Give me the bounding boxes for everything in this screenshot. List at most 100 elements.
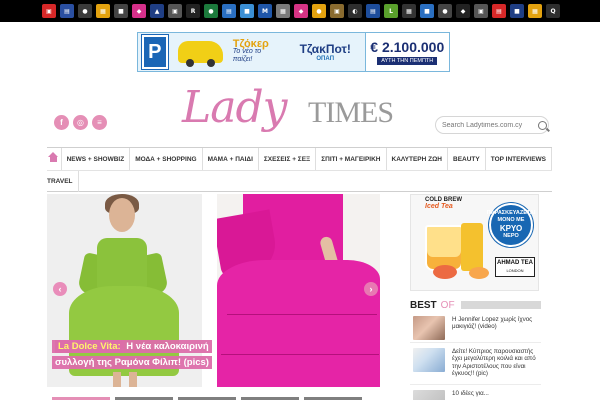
site-icon-25[interactable]: ▣ bbox=[474, 4, 488, 18]
banner-headline-text: ΤζακΠοτ! bbox=[299, 42, 351, 56]
site-icon-15[interactable]: ◆ bbox=[294, 4, 308, 18]
list-item[interactable]: Η Jennifer Lopez χωρίς ίχνος μακιγιάζ! (… bbox=[410, 315, 541, 343]
nav-news-showbiz[interactable]: NEWS + SHOWBIZ bbox=[62, 148, 131, 170]
instagram-icon[interactable]: ◎ bbox=[73, 115, 88, 130]
cold-water-badge: ΠΑΡΑΣΚΕΥΑΖΕΤΑΙ ΜΟΝΟ ΜΕ ΚΡΥΟ ΝΕΡΟ bbox=[486, 203, 536, 247]
site-icon-27[interactable]: ■ bbox=[510, 4, 524, 18]
article-thumbnail bbox=[413, 316, 445, 340]
site-icon-6[interactable]: ◆ bbox=[132, 4, 146, 18]
article-title: 10 ιδέες για... bbox=[452, 390, 489, 397]
ahmad-tea-logo: AHMAD TEA LONDON bbox=[495, 257, 535, 277]
site-icon-26[interactable]: ▤ bbox=[492, 4, 506, 18]
best-of-widget: BEST OF Η Jennifer Lopez χωρίς ίχνος μακ… bbox=[410, 299, 541, 400]
site-icon-17[interactable]: ▣ bbox=[330, 4, 344, 18]
ad-brand: AHMAD TEA bbox=[497, 260, 533, 266]
banner-ad[interactable]: P Τζόκερ Το νέο το παίζει! ΤζακΠοτ! ΟΠΑΠ… bbox=[137, 32, 450, 72]
site-icon-3[interactable]: ● bbox=[78, 4, 92, 18]
nav-beauty[interactable]: BEAUTY bbox=[448, 148, 486, 170]
site-logo[interactable]: Lady TIMES bbox=[182, 82, 412, 140]
site-icon-5[interactable]: ■ bbox=[114, 4, 128, 18]
sidebar-ad[interactable]: COLD BREW Iced Tea ΠΑΡΑΣΚΕΥΑΖΕΤΑΙ ΜΟΝΟ Μ… bbox=[410, 194, 539, 291]
social-links: f ◎ ≡ bbox=[54, 115, 107, 130]
nav-mom-child[interactable]: ΜΑΜΑ + ΠΑΙΔΙ bbox=[203, 148, 259, 170]
network-sites-bar: ▣ ▤ ● ▦ ■ ◆ ▲ ▣ R ● ▤ ■ M ▦ ◆ ● ▣ ◐ ▤ L ▦ ■ ● ◆ ▣ ▤ ■ ▦ Q bbox=[0, 0, 600, 22]
slider-prev-button[interactable]: ‹ bbox=[53, 282, 67, 296]
nav-home-cooking[interactable]: ΣΠΙΤΙ + ΜΑΓΕΙΡΙΚΗ bbox=[316, 148, 387, 170]
prize-amount: € 2.100.000 bbox=[370, 39, 445, 55]
banner-slogan-text: Το νέο το παίζει! bbox=[232, 48, 262, 63]
badge-line1: ΠΑΡΑΣΚΕΥΑΖΕΤΑΙ bbox=[486, 210, 536, 216]
banner-slogan: Τζόκερ Το νέο το παίζει! bbox=[232, 39, 282, 64]
ad-top-text: COLD BREW Iced Tea bbox=[425, 197, 462, 210]
site-icon-24[interactable]: ◆ bbox=[456, 4, 470, 18]
badge-line2: ΜΟΝΟ ΜΕ bbox=[497, 217, 525, 223]
slider-next-button[interactable]: › bbox=[364, 282, 378, 296]
search-box bbox=[435, 116, 549, 134]
site-icon-11[interactable]: ▤ bbox=[222, 4, 236, 18]
list-item[interactable]: 10 ιδέες για... bbox=[410, 389, 541, 400]
list-item[interactable]: Δείτε! Κύπριος παρουσιαστής έχει μεγαλύτ… bbox=[410, 347, 541, 385]
site-icon-7[interactable]: ▲ bbox=[150, 4, 164, 18]
car-icon bbox=[177, 41, 223, 67]
search-icon[interactable] bbox=[538, 120, 547, 130]
apricot-icon bbox=[469, 267, 489, 279]
site-icon-2[interactable]: ▤ bbox=[60, 4, 74, 18]
nav-fashion-shopping[interactable]: ΜΟΔΑ + SHOPPING bbox=[130, 148, 203, 170]
article-title: Δείτε! Κύπριος παρουσιαστής έχει μεγαλύτ… bbox=[452, 348, 536, 378]
site-icon-16[interactable]: ● bbox=[312, 4, 326, 18]
hero-caption-highlight: La Dolce Vita: bbox=[55, 340, 124, 353]
site-icon-18[interactable]: ◐ bbox=[348, 4, 362, 18]
nav-top-interviews[interactable]: TOP INTERVIEWS bbox=[486, 148, 552, 170]
site-icon-21[interactable]: ▦ bbox=[402, 4, 416, 18]
site-icon-13[interactable]: M bbox=[258, 4, 272, 18]
nav-home[interactable] bbox=[47, 148, 62, 170]
nav-better-life[interactable]: ΚΑΛΥΤΕΡΗ ΖΩΗ bbox=[387, 148, 448, 170]
article-title: Η Jennifer Lopez χωρίς ίχνος μακιγιάζ! (… bbox=[452, 316, 533, 331]
skirt-ruffle bbox=[227, 314, 377, 315]
nav-travel[interactable]: TRAVEL bbox=[47, 171, 79, 192]
banner-headline: ΤζακΠοτ! ΟΠΑΠ bbox=[286, 42, 365, 62]
badge-big: ΚΡΥΟ bbox=[499, 224, 523, 233]
site-icon-12[interactable]: ■ bbox=[240, 4, 254, 18]
article-thumbnail bbox=[413, 390, 445, 400]
peach-icon bbox=[433, 265, 457, 279]
facebook-icon[interactable]: f bbox=[54, 115, 69, 130]
parking-sign-icon: P bbox=[142, 35, 168, 69]
site-icon-4[interactable]: ▦ bbox=[96, 4, 110, 18]
site-icon-23[interactable]: ● bbox=[438, 4, 452, 18]
site-icon-10[interactable]: ● bbox=[204, 4, 218, 18]
model-leg bbox=[113, 372, 121, 387]
nav-relationships[interactable]: ΣΧΕΣΕΙΣ + ΣΕΞ bbox=[259, 148, 317, 170]
logo-times: TIMES bbox=[308, 96, 394, 129]
search-input[interactable] bbox=[442, 121, 534, 129]
badge-line3: ΝΕΡΟ bbox=[503, 233, 519, 239]
green-dress-top bbox=[97, 238, 147, 290]
draw-day: ΑΥΤΗ ΤΗΝ ΠΕΜΠΤΗ bbox=[377, 57, 438, 65]
site-icon-1[interactable]: ▣ bbox=[42, 4, 56, 18]
ad-top-sub: Iced Tea bbox=[425, 203, 453, 210]
site-icon-8[interactable]: ▣ bbox=[168, 4, 182, 18]
skirt-ruffle bbox=[221, 354, 379, 355]
best-of-divider bbox=[460, 301, 541, 309]
site-icon-19[interactable]: ▤ bbox=[366, 4, 380, 18]
model-leg bbox=[129, 372, 137, 387]
hero-caption[interactable]: La Dolce Vita: Η νέα καλοκαιρινή συλλογή… bbox=[52, 339, 220, 371]
model-head bbox=[109, 198, 135, 232]
logo-lady: Lady bbox=[182, 82, 287, 133]
site-icon-20[interactable]: L bbox=[384, 4, 398, 18]
site-icon-9[interactable]: R bbox=[186, 4, 200, 18]
banner-prize: € 2.100.000 ΑΥΤΗ ΤΗΝ ΠΕΜΠΤΗ bbox=[364, 33, 449, 71]
banner-sponsor: ΟΠΑΠ bbox=[316, 56, 335, 62]
site-icon-29[interactable]: Q bbox=[546, 4, 560, 18]
ad-brand-sub: LONDON bbox=[506, 268, 524, 273]
rss-icon[interactable]: ≡ bbox=[92, 115, 107, 130]
best-of-title-a: BEST bbox=[410, 299, 437, 311]
site-icon-14[interactable]: ▦ bbox=[276, 4, 290, 18]
hero-image-pink-dress bbox=[217, 194, 380, 387]
home-icon bbox=[48, 152, 59, 164]
hero-slider[interactable]: ‹ › La Dolce Vita: Η νέα καλοκαιρινή συλ… bbox=[47, 194, 380, 387]
site-icon-28[interactable]: ▦ bbox=[528, 4, 542, 18]
site-icon-22[interactable]: ■ bbox=[420, 4, 434, 18]
tea-can-icon bbox=[461, 223, 483, 271]
pink-dress-skirt bbox=[217, 260, 380, 387]
